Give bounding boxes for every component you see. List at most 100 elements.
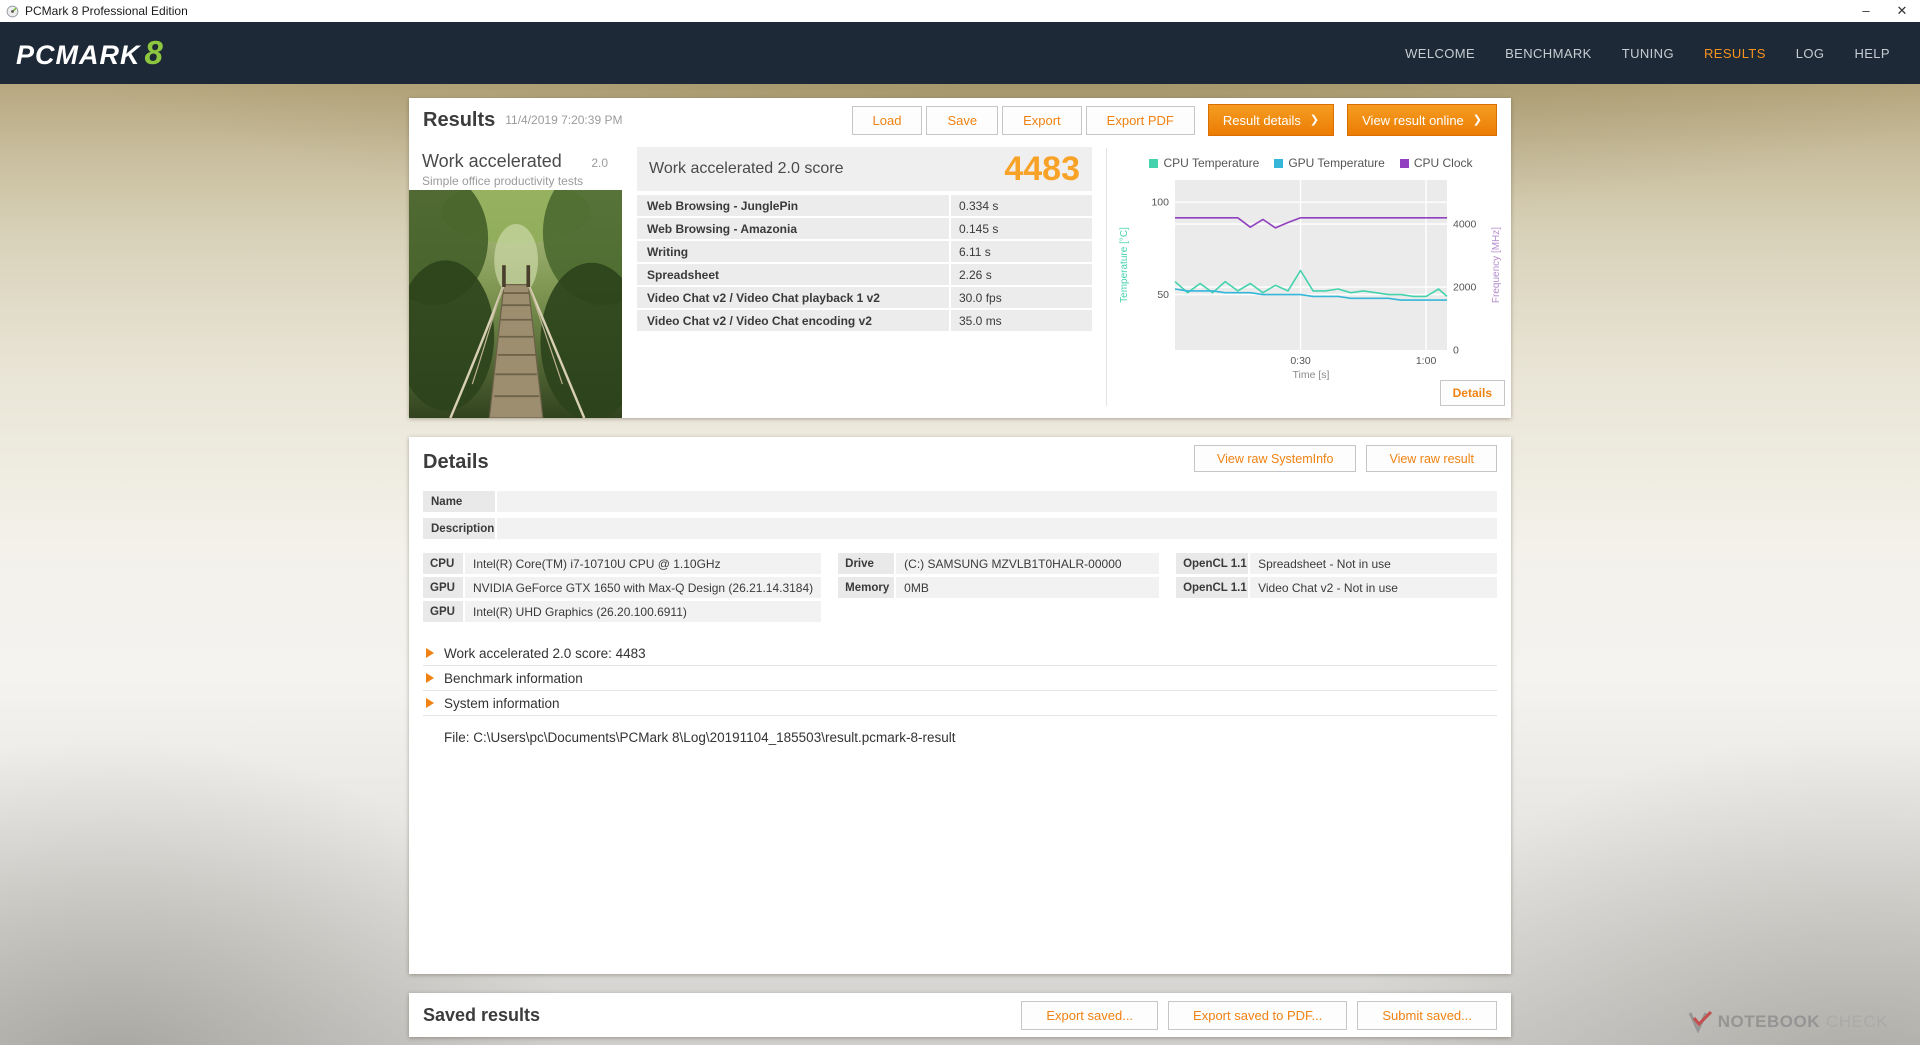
logo-number: 8 [144, 33, 163, 71]
legend-item: CPU Temperature [1149, 156, 1259, 170]
metric-value: 6.11 s [951, 241, 1092, 262]
nav-item-results[interactable]: RESULTS [1692, 38, 1778, 69]
spec-value: 0MB [896, 577, 1160, 598]
notebookcheck-watermark: NOTEBOOK CHECK [1688, 1011, 1888, 1033]
expander-label: Benchmark information [444, 670, 583, 686]
app-icon [6, 5, 19, 18]
close-button[interactable]: ✕ [1884, 0, 1920, 22]
metric-row: Spreadsheet 2.26 s [637, 264, 1092, 285]
nav-item-benchmark[interactable]: BENCHMARK [1493, 38, 1604, 69]
details-header-buttons: View raw SystemInfo View raw result [1193, 445, 1497, 472]
spec-row: Memory 0MB [838, 577, 1160, 598]
test-version: 2.0 [591, 156, 608, 170]
svg-text:0: 0 [1453, 345, 1459, 357]
save-button[interactable]: Save [926, 105, 999, 135]
spec-label: GPU [423, 577, 463, 598]
spec-label: GPU [423, 601, 463, 622]
expander-row[interactable]: System information [423, 691, 1497, 716]
nav-items: WELCOME BENCHMARK TUNING RESULTS LOG HELP [1393, 38, 1902, 69]
chevron-right-icon: ❯ [1309, 113, 1320, 126]
expand-arrow-icon[interactable] [426, 673, 434, 683]
metric-row: Web Browsing - Amazonia 0.145 s [637, 218, 1092, 239]
expander-list: Work accelerated 2.0 score: 4483 Benchmar… [423, 641, 1497, 716]
result-details-label: Result details [1222, 112, 1301, 128]
chart-details-button[interactable]: Details [1439, 380, 1505, 406]
pcmark-logo: PCMARK 8 [16, 36, 163, 71]
chart-legend: CPU Temperature GPU Temperature CPU Clock [1111, 156, 1511, 170]
nav-item-help[interactable]: HELP [1842, 38, 1902, 69]
nav-item-welcome[interactable]: WELCOME [1393, 38, 1487, 69]
expand-arrow-icon[interactable] [426, 648, 434, 658]
svg-text:50: 50 [1157, 289, 1169, 301]
load-button[interactable]: Load [851, 105, 923, 135]
spec-column: OpenCL 1.1 Spreadsheet - Not in use OpenCL… [1176, 553, 1497, 625]
export-button[interactable]: Export [1002, 105, 1082, 135]
expander-row[interactable]: Work accelerated 2.0 score: 4483 [423, 641, 1497, 666]
nav-item-tuning[interactable]: TUNING [1610, 38, 1686, 69]
spec-value: Intel(R) UHD Graphics (26.20.100.6911) [465, 601, 822, 622]
watermark-notebook: NOTEBOOK [1717, 1012, 1820, 1031]
metric-value: 0.334 s [951, 195, 1092, 216]
svg-text:2000: 2000 [1453, 282, 1477, 294]
metric-row: Writing 6.11 s [637, 241, 1092, 262]
result-description-field[interactable] [497, 518, 1497, 539]
spec-row: OpenCL 1.1 Spreadsheet - Not in use [1176, 553, 1497, 574]
spec-grid: CPU Intel(R) Core(TM) i7-10710U CPU @ 1.1… [423, 553, 1497, 625]
metric-name: Web Browsing - Amazonia [637, 218, 949, 239]
spec-label: Drive [838, 553, 895, 574]
chevron-right-icon: ❯ [1472, 113, 1482, 126]
navbar: PCMARK 8 WELCOME BENCHMARK TUNING RESULTS LO… [0, 22, 1920, 84]
spec-column: Drive (C:) SAMSUNG MZVLB1T0HALR-00000 Memo… [838, 553, 1160, 625]
legend-item: CPU Clock [1399, 156, 1473, 170]
metric-value: 2.26 s [951, 264, 1092, 285]
export-saved-to-pdf-button[interactable]: Export saved to PDF... [1168, 1000, 1348, 1030]
view-raw-result-button[interactable]: View raw result [1366, 445, 1497, 472]
name-row: Name [423, 491, 1497, 512]
saved-buttons: Export saved... Export saved to PDF... Sub… [1021, 1000, 1497, 1030]
spec-label: CPU [423, 553, 463, 574]
watermark-check: CHECK [1825, 1012, 1888, 1031]
submit-saved-button[interactable]: Submit saved... [1357, 1000, 1497, 1030]
score-label: Work accelerated 2.0 score [649, 160, 844, 177]
spec-label: OpenCL 1.1 [1176, 577, 1249, 598]
results-body: Work accelerated 2.0 Simple office produ… [409, 142, 1511, 418]
export-saved-button[interactable]: Export saved... [1021, 1000, 1159, 1030]
expander-row[interactable]: Benchmark information [423, 666, 1497, 691]
export-pdf-button[interactable]: Export PDF [1085, 105, 1195, 135]
metric-row: Web Browsing - JunglePin 0.334 s [637, 195, 1092, 216]
expand-arrow-icon[interactable] [426, 698, 434, 708]
result-details-button[interactable]: Result details ❯ [1207, 104, 1335, 136]
spec-value: Intel(R) Core(TM) i7-10710U CPU @ 1.10GH… [465, 553, 822, 574]
metric-name: Writing [637, 241, 949, 262]
test-summary-column: Work accelerated 2.0 Simple office produ… [409, 142, 622, 418]
nav-item-log[interactable]: LOG [1784, 38, 1837, 69]
score-value: 4483 [1004, 149, 1080, 188]
view-result-online-button[interactable]: View result online ❯ [1347, 104, 1497, 136]
spec-row: GPU Intel(R) UHD Graphics (26.20.100.6911… [423, 601, 822, 622]
metric-row: Video Chat v2 / Video Chat encoding v2 35… [637, 310, 1092, 331]
score-row: Work accelerated 2.0 score 4483 [637, 147, 1092, 191]
minimize-button[interactable]: – [1848, 0, 1884, 22]
score-column: Work accelerated 2.0 score 4483 Web Brow… [637, 142, 1092, 418]
spec-label: Memory [838, 577, 895, 598]
legend-label: CPU Clock [1413, 156, 1473, 170]
svg-text:100: 100 [1151, 197, 1169, 209]
saved-results-title: Saved results [423, 1004, 541, 1025]
spec-row: Drive (C:) SAMSUNG MZVLB1T0HALR-00000 [838, 553, 1160, 574]
spec-value: NVIDIA GeForce GTX 1650 with Max-Q Desig… [465, 577, 822, 598]
view-raw-systeminfo-button[interactable]: View raw SystemInfo [1193, 445, 1357, 472]
results-header-buttons: Load Save Export Export PDF Result detai… [851, 104, 1497, 136]
results-panel: Results 11/4/2019 7:20:39 PM Load Save E… [409, 98, 1511, 418]
expander-label: Work accelerated 2.0 score: 4483 [444, 645, 646, 661]
spec-value: Spreadsheet - Not in use [1250, 553, 1497, 574]
spec-column: CPU Intel(R) Core(TM) i7-10710U CPU @ 1.1… [423, 553, 822, 625]
result-name-field[interactable] [497, 491, 1497, 512]
window-controls: – ✕ [1848, 0, 1920, 22]
test-subtitle: Simple office productivity tests [422, 174, 584, 188]
spec-label: OpenCL 1.1 [1176, 553, 1249, 574]
spec-row: OpenCL 1.1 Video Chat v2 - Not in use [1176, 577, 1497, 598]
metric-name: Web Browsing - JunglePin [637, 195, 949, 216]
spec-value: Video Chat v2 - Not in use [1250, 577, 1497, 598]
metric-value: 0.145 s [951, 218, 1092, 239]
metric-name: Video Chat v2 / Video Chat playback 1 v2 [637, 287, 949, 308]
